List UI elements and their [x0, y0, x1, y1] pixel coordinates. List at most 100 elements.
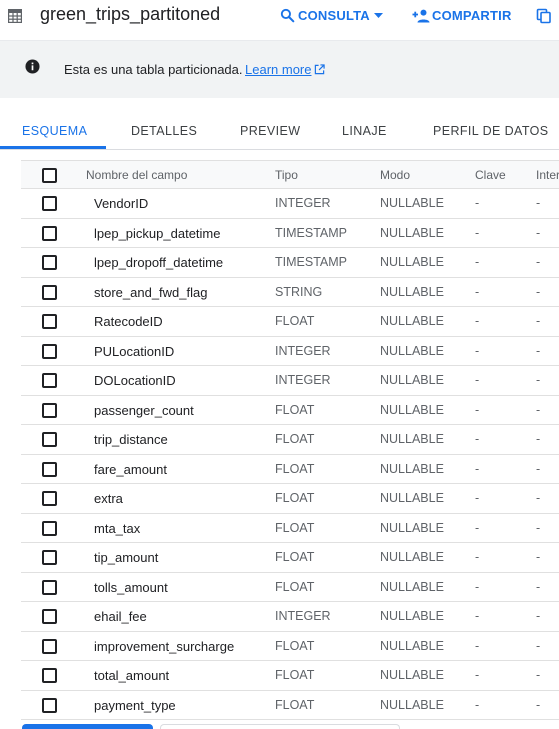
field-mode: NULLABLE — [380, 609, 444, 623]
table-row: lpep_dropoff_datetime TIMESTAMP NULLABLE - - — [21, 248, 559, 278]
field-key: - — [475, 668, 480, 682]
field-key: - — [475, 284, 480, 299]
column-header-type[interactable]: Tipo — [275, 161, 298, 190]
row-checkbox[interactable] — [42, 609, 57, 624]
consulta-label: CONSULTA — [298, 8, 370, 23]
field-interval: - — [536, 668, 541, 682]
field-key: - — [475, 314, 480, 328]
field-interval: - — [536, 638, 541, 653]
row-checkbox[interactable] — [42, 697, 57, 713]
row-checkbox[interactable] — [42, 668, 57, 683]
field-interval: - — [536, 343, 541, 358]
partition-info-banner: Esta es una tabla particionada. Learn mo… — [0, 40, 559, 98]
table-row: store_and_fwd_flag STRING NULLABLE - - — [21, 278, 559, 308]
field-interval: - — [536, 579, 541, 594]
table-row: tip_amount FLOAT NULLABLE - - — [21, 543, 559, 573]
row-checkbox[interactable] — [42, 373, 57, 388]
tab-esquema[interactable]: ESQUEMA — [22, 124, 87, 138]
field-name[interactable]: extra — [94, 484, 123, 514]
row-checkbox[interactable] — [42, 461, 57, 477]
field-key: - — [475, 461, 480, 476]
field-type: FLOAT — [275, 668, 315, 682]
row-checkbox[interactable] — [42, 638, 57, 654]
field-key: - — [475, 609, 480, 623]
learn-more-link[interactable]: Learn more — [245, 62, 326, 77]
field-type: INTEGER — [275, 196, 331, 210]
row-checkbox[interactable] — [42, 520, 57, 536]
field-name[interactable]: VendorID — [94, 189, 148, 219]
row-checkbox[interactable] — [42, 550, 57, 565]
field-type: STRING — [275, 284, 323, 299]
table-header-row: Nombre del campo Tipo Modo Clave Inter — [21, 160, 559, 189]
table-row: passenger_count FLOAT NULLABLE - - — [21, 396, 559, 426]
field-name[interactable]: mta_tax — [94, 514, 140, 544]
select-all-checkbox[interactable] — [42, 168, 57, 183]
row-checkbox[interactable] — [42, 579, 57, 595]
field-mode: NULLABLE — [380, 284, 444, 299]
table-title: green_trips_partitoned — [40, 4, 221, 24]
person-add-icon — [412, 9, 430, 22]
field-mode: NULLABLE — [380, 373, 444, 387]
field-mode: NULLABLE — [380, 461, 444, 476]
row-checkbox[interactable] — [42, 255, 57, 270]
field-mode: NULLABLE — [380, 314, 444, 328]
compartir-button[interactable]: COMPARTIR — [412, 8, 512, 23]
field-name[interactable]: improvement_surcharge — [94, 632, 234, 662]
column-header-name[interactable]: Nombre del campo — [86, 161, 187, 190]
field-name[interactable]: tolls_amount — [94, 573, 168, 603]
row-checkbox[interactable] — [42, 402, 57, 418]
row-checkbox[interactable] — [42, 225, 57, 241]
field-interval: - — [536, 255, 541, 269]
column-header-mode[interactable]: Modo — [380, 161, 410, 190]
row-checkbox[interactable] — [42, 491, 57, 506]
field-name[interactable]: total_amount — [94, 661, 169, 691]
field-name[interactable]: RatecodeID — [94, 307, 163, 337]
field-mode: NULLABLE — [380, 196, 444, 210]
column-header-interval[interactable]: Inter — [536, 161, 559, 190]
field-type: FLOAT — [275, 314, 315, 328]
field-key: - — [475, 579, 480, 594]
field-name[interactable]: DOLocationID — [94, 366, 176, 396]
bottom-primary-button[interactable] — [22, 724, 153, 729]
table-row: payment_type FLOAT NULLABLE - - — [21, 691, 559, 721]
table-row: DOLocationID INTEGER NULLABLE - - — [21, 366, 559, 396]
bottom-secondary-button[interactable] — [160, 724, 400, 729]
tab-perfil-de-datos[interactable]: PERFIL DE DATOS — [433, 124, 549, 138]
row-checkbox[interactable] — [42, 314, 57, 329]
field-name[interactable]: payment_type — [94, 691, 176, 721]
field-mode: NULLABLE — [380, 638, 444, 653]
field-name[interactable]: store_and_fwd_flag — [94, 278, 207, 308]
table-row: trip_distance FLOAT NULLABLE - - — [21, 425, 559, 455]
row-checkbox[interactable] — [42, 343, 57, 359]
field-name[interactable]: PULocationID — [94, 337, 174, 367]
tab-detalles[interactable]: DETALLES — [131, 124, 197, 138]
field-mode: NULLABLE — [380, 402, 444, 417]
field-name[interactable]: lpep_dropoff_datetime — [94, 248, 223, 278]
field-interval: - — [536, 609, 541, 623]
copy-button[interactable] — [536, 8, 552, 24]
field-name[interactable]: trip_distance — [94, 425, 168, 455]
field-name[interactable]: passenger_count — [94, 396, 194, 426]
field-key: - — [475, 373, 480, 387]
field-mode: NULLABLE — [380, 255, 444, 269]
detail-tabs: ESQUEMA DETALLES PREVIEW LINAJE PERFIL D… — [0, 98, 559, 150]
field-name[interactable]: lpep_pickup_datetime — [94, 219, 220, 249]
consulta-button[interactable]: CONSULTA — [280, 8, 383, 23]
field-name[interactable]: tip_amount — [94, 543, 158, 573]
column-header-key[interactable]: Clave — [475, 161, 506, 190]
row-checkbox[interactable] — [42, 284, 57, 300]
tab-preview[interactable]: PREVIEW — [240, 124, 300, 138]
table-row: VendorID INTEGER NULLABLE - - — [21, 189, 559, 219]
active-tab-indicator — [0, 146, 106, 149]
tab-linaje[interactable]: LINAJE — [342, 124, 387, 138]
field-type: FLOAT — [275, 461, 315, 476]
field-type: TIMESTAMP — [275, 255, 347, 269]
row-checkbox[interactable] — [42, 432, 57, 447]
field-mode: NULLABLE — [380, 579, 444, 594]
table-row: lpep_pickup_datetime TIMESTAMP NULLABLE - - — [21, 219, 559, 249]
field-name[interactable]: ehail_fee — [94, 602, 147, 632]
row-checkbox[interactable] — [42, 196, 57, 211]
field-mode: NULLABLE — [380, 697, 444, 712]
table-row: improvement_surcharge FLOAT NULLABLE - - — [21, 632, 559, 662]
field-name[interactable]: fare_amount — [94, 455, 167, 485]
